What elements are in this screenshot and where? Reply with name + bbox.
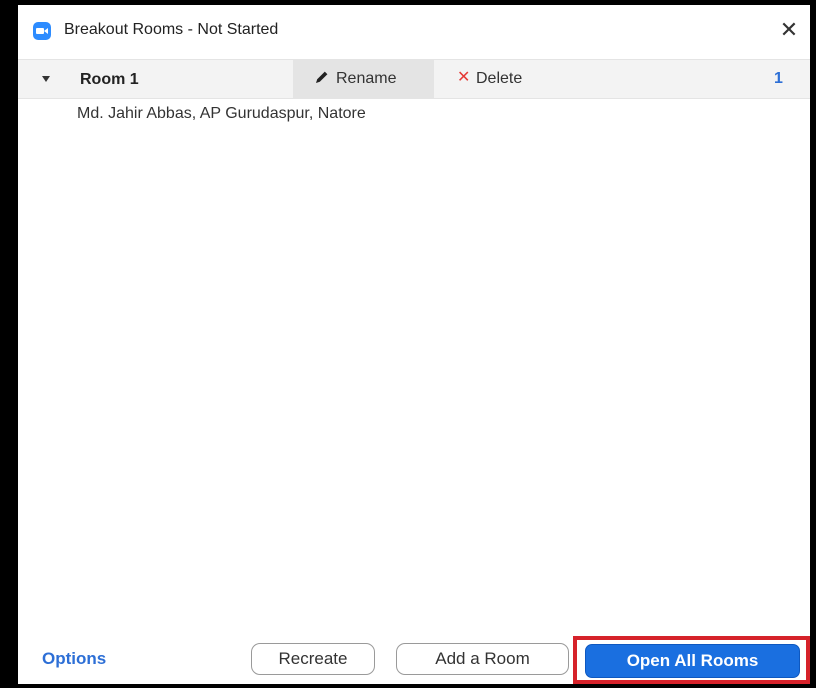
frame-border-right [810,0,816,688]
participant-item[interactable]: Md. Jahir Abbas, AP Gurudaspur, Natore [77,105,366,123]
zoom-camera-icon [33,22,51,40]
footer-bar: Options Recreate Add a Room Open All Roo… [18,633,810,684]
add-room-button[interactable]: Add a Room [396,643,569,675]
breakout-rooms-window: Breakout Rooms - Not Started ✕ Room 1 Re… [18,5,810,684]
rename-label: Rename [336,70,397,87]
room-name: Room 1 [80,71,139,88]
screenshot-frame: Breakout Rooms - Not Started ✕ Room 1 Re… [0,0,816,688]
delete-label: Delete [476,70,523,87]
close-button[interactable]: ✕ [776,17,802,43]
open-all-rooms-button[interactable]: Open All Rooms [585,644,800,678]
window-title: Breakout Rooms - Not Started [64,21,279,38]
chevron-down-icon[interactable] [42,76,50,82]
delete-button[interactable]: ✕ Delete [450,60,550,98]
options-link[interactable]: Options [42,649,106,669]
recreate-button[interactable]: Recreate [251,643,375,675]
rename-button[interactable]: Rename [293,60,434,98]
pencil-icon [315,70,331,86]
frame-border-bottom [0,684,816,688]
room-header-row[interactable]: Room 1 Rename ✕ Delete 1 [18,59,810,99]
title-bar[interactable]: Breakout Rooms - Not Started ✕ [18,5,810,55]
frame-border-left [0,0,18,688]
delete-x-icon: ✕ [457,69,471,86]
participant-count: 1 [774,70,783,87]
